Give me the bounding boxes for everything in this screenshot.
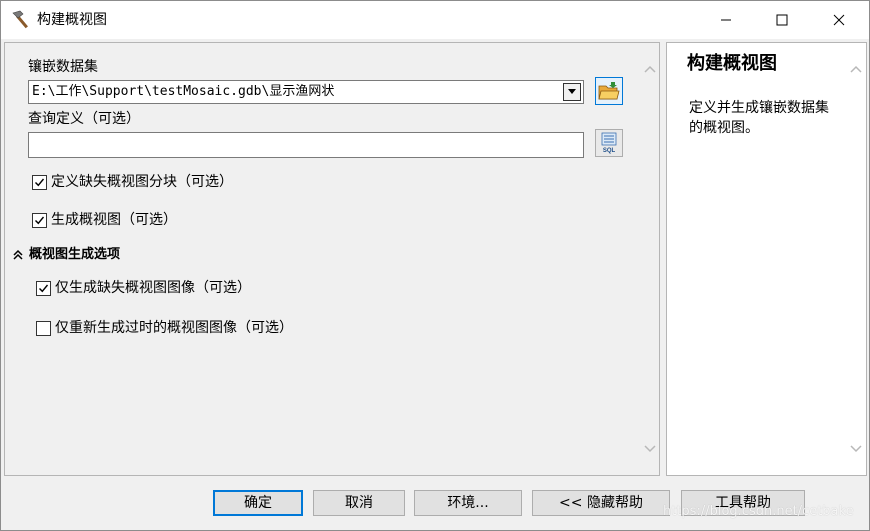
mosaic-dataset-combobox[interactable]: E:\工作\Support\testMosaic.gdb\显示渔网状 [28,80,584,104]
window-title: 构建概视图 [37,12,107,28]
checkmark-icon [35,216,45,224]
double-chevron-up-icon [13,249,23,260]
only-missing-images-checkbox[interactable] [36,280,51,296]
scroll-down-icon[interactable] [643,443,657,455]
regenerate-stale-images-option[interactable]: 仅重新生成过时的概视图图像（可选） [36,318,293,338]
maximize-icon [776,14,788,26]
help-description: 定义并生成镶嵌数据集的概视图。 [689,100,829,136]
section-title: 概视图生成选项 [29,247,121,262]
parameters-pane[interactable]: 镶嵌数据集 E:\工作\Support\testMosaic.gdb\显示渔网状… [4,42,660,476]
combobox-dropdown-button[interactable] [563,83,581,101]
help-pane: 构建概视图 定义并生成镶嵌数据集的概视图。 [666,42,867,476]
maximize-button[interactable] [754,1,810,39]
dialog-window: 构建概视图 镶嵌数据集 E:\工作\Support\testMosaic.gdb… [0,0,870,531]
checkmark-icon [35,178,45,186]
mosaic-dataset-label: 镶嵌数据集 [28,59,98,75]
cancel-button[interactable]: 取消 [313,490,405,516]
query-definition-input[interactable] [28,132,584,158]
minimize-icon [721,19,731,21]
query-definition-label: 查询定义（可选） [28,111,140,127]
regenerate-stale-images-checkbox[interactable] [36,320,51,336]
mosaic-dataset-value: E:\工作\Support\testMosaic.gdb\显示渔网状 [32,84,335,99]
close-icon [833,14,845,26]
define-missing-tiles-label: 定义缺失概视图分块（可选） [51,174,233,190]
chevron-down-icon [568,89,576,94]
define-missing-tiles-checkbox[interactable] [32,174,47,190]
checkmark-icon [39,284,49,292]
generation-options-section-header[interactable]: 概视图生成选项 [12,246,120,264]
open-folder-icon [598,82,620,100]
scroll-up-icon[interactable] [849,63,863,75]
sql-builder-button[interactable]: SQL [595,129,623,157]
define-missing-tiles-option[interactable]: 定义缺失概视图分块（可选） [32,172,233,192]
watermark-text: https://blog.csdn.net/cetbake [663,504,854,519]
hammer-icon [12,10,28,29]
generate-overviews-checkbox[interactable] [32,212,47,228]
ok-button[interactable]: 确定 [213,490,303,516]
title-bar[interactable]: 构建概视图 [1,1,869,39]
generate-overviews-option[interactable]: 生成概视图（可选） [32,210,177,230]
scroll-up-icon[interactable] [643,63,657,75]
hide-help-button[interactable]: << 隐藏帮助 [532,490,670,516]
close-button[interactable] [811,1,867,39]
help-title: 构建概视图 [687,53,777,74]
browse-button[interactable] [595,77,623,105]
minimize-button[interactable] [698,1,754,39]
only-missing-images-label: 仅生成缺失概视图图像（可选） [55,280,251,296]
scroll-down-icon[interactable] [849,443,863,455]
sql-icon-text: SQL [603,148,616,154]
sql-icon: SQL [601,132,617,154]
only-missing-images-option[interactable]: 仅生成缺失概视图图像（可选） [36,278,251,298]
environments-button[interactable]: 环境... [414,490,522,516]
generate-overviews-label: 生成概视图（可选） [51,212,177,228]
regenerate-stale-images-label: 仅重新生成过时的概视图图像（可选） [55,320,293,336]
